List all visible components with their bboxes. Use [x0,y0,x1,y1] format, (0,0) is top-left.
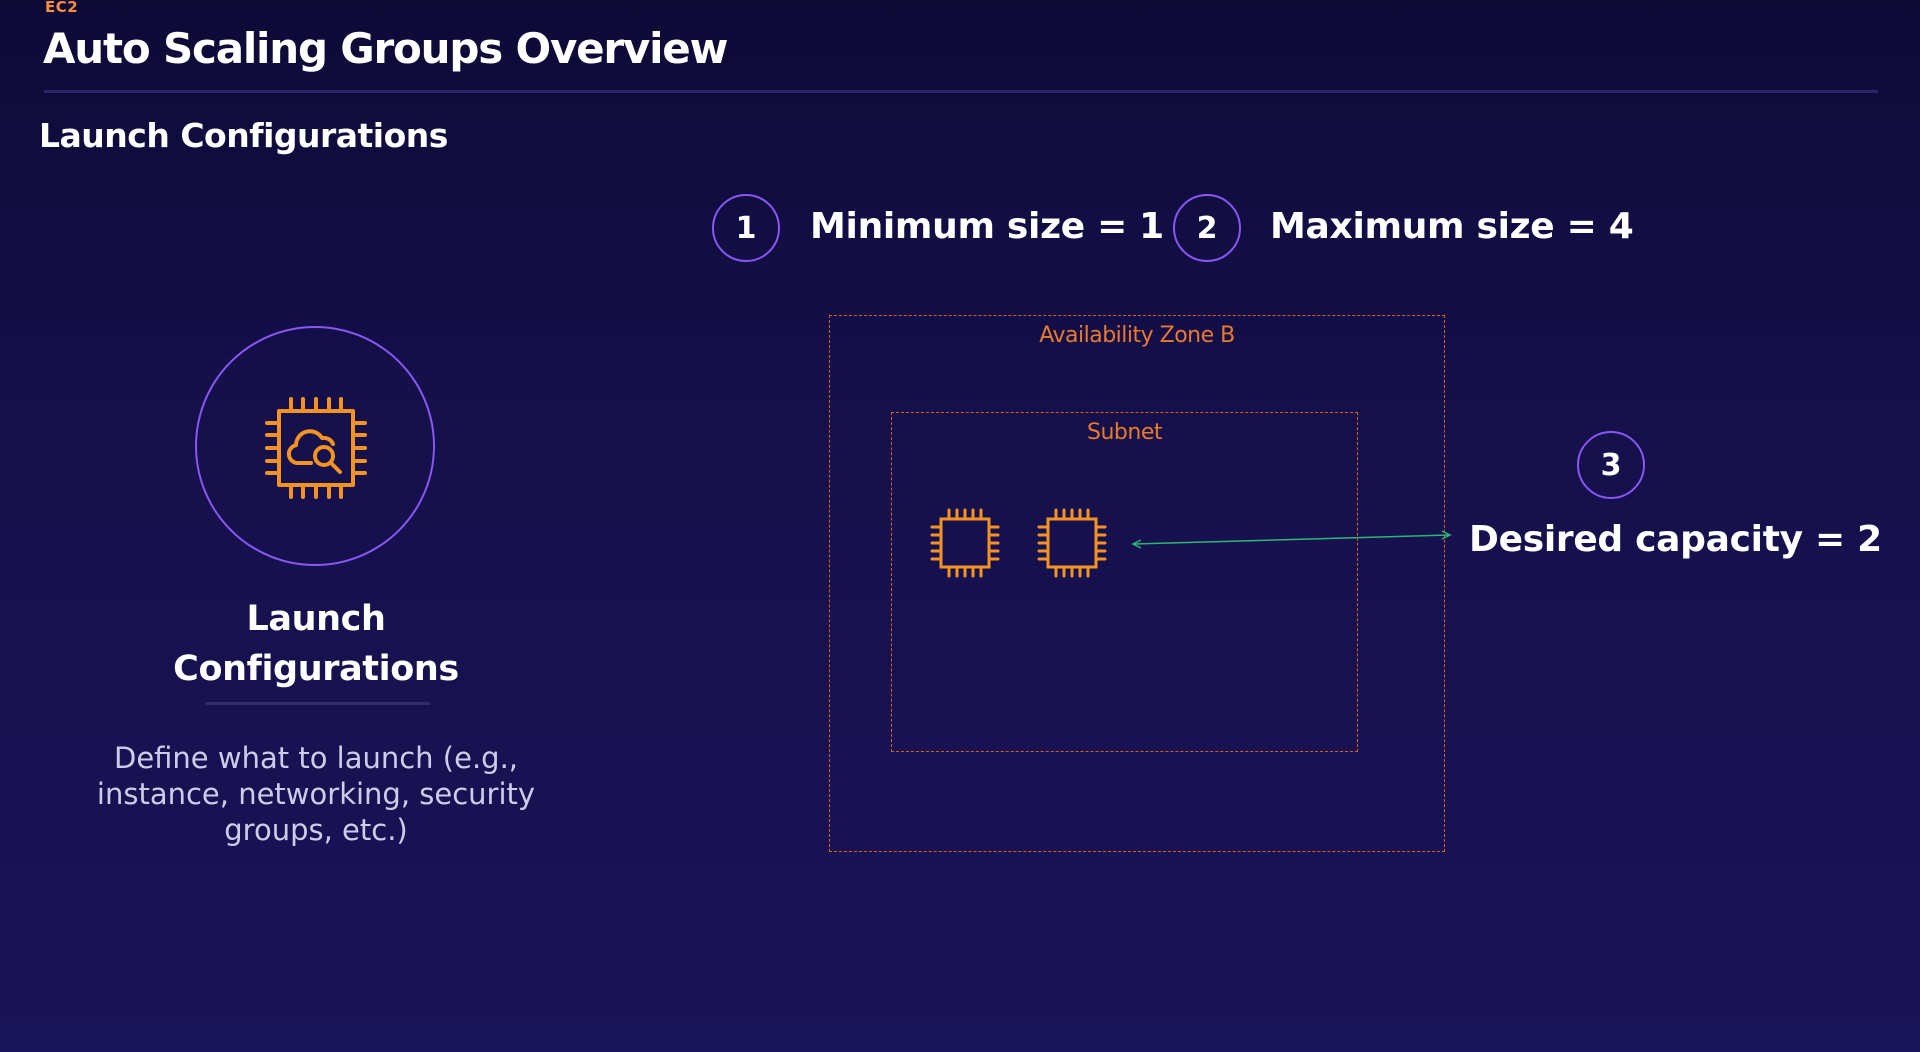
feature-divider [205,702,430,705]
minimum-size-label: Minimum size = 1 [810,206,1164,247]
feature-description: Define what to launch (e.g., instance, n… [96,741,536,847]
feature-title-line1: Launch [246,599,386,639]
subnet-label: Subnet [1087,420,1162,445]
availability-zone-label: Availability Zone B [1039,323,1235,348]
ec2-instance-icon [929,507,1001,579]
maximum-size-label: Maximum size = 4 [1270,206,1634,247]
section-eyebrow: EC2 [45,0,79,16]
title-divider [44,90,1878,93]
feature-title-line2: Configurations [173,649,459,689]
feature-title: Launch Configurations [150,594,482,694]
subnet-box [891,412,1358,752]
page-title: Auto Scaling Groups Overview [43,24,728,73]
desired-capacity-label: Desired capacity = 2 [1469,519,1882,560]
step-number-badge: 3 [1577,431,1645,499]
ec2-launch-configuration-icon [261,393,371,503]
step-number-badge: 2 [1173,194,1241,262]
ec2-instance-icon [1036,507,1108,579]
step-number-badge: 1 [712,194,780,262]
section-title: Launch Configurations [39,116,448,155]
